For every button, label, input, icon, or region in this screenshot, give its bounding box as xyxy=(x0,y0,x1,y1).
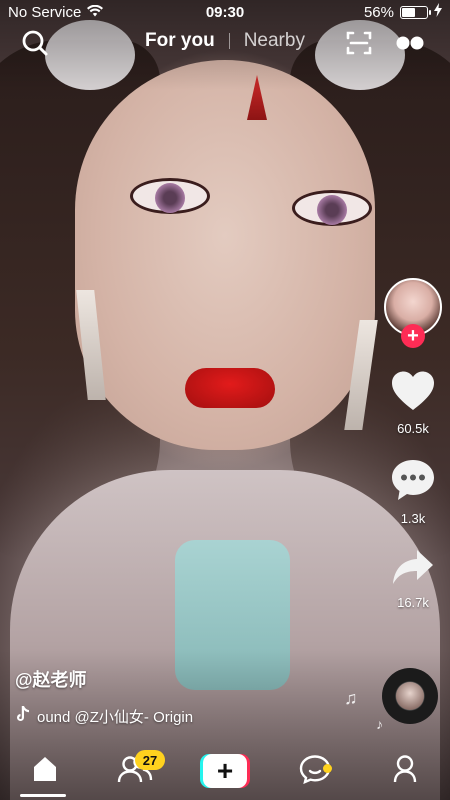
nav-profile[interactable] xyxy=(375,746,435,796)
profile-icon xyxy=(391,754,419,789)
action-rail: + 60.5k 1.3k 16.7k xyxy=(382,278,444,610)
comment-count: 1.3k xyxy=(400,511,426,526)
follow-button[interactable]: + xyxy=(401,324,425,348)
nav-home[interactable] xyxy=(15,746,75,796)
status-left: No Service xyxy=(8,3,104,21)
sound-title: ound @Z小仙女- Origin xyxy=(37,708,194,726)
tiktok-note-icon xyxy=(15,705,31,727)
battery-icon xyxy=(400,5,431,19)
charging-icon xyxy=(434,3,442,21)
comment-icon[interactable] xyxy=(390,458,436,507)
like-count: 60.5k xyxy=(397,421,429,436)
tab-nearby[interactable]: Nearby xyxy=(244,30,305,52)
plus-icon: + xyxy=(407,325,419,347)
like-action[interactable]: 60.5k xyxy=(390,370,436,436)
wifi-icon xyxy=(87,4,104,21)
share-count: 16.7k xyxy=(397,595,429,610)
heart-icon[interactable] xyxy=(390,370,436,417)
video-eye-right xyxy=(292,190,372,226)
status-right: 56% xyxy=(364,3,442,21)
music-note-icon: ♫ xyxy=(344,688,358,708)
friends-badge: 27 xyxy=(135,750,165,770)
video-eye-left xyxy=(130,178,210,214)
scan-icon[interactable] xyxy=(344,28,374,58)
share-action[interactable]: 16.7k xyxy=(391,548,435,610)
music-disc[interactable] xyxy=(382,668,438,724)
music-note-small-icon: ♪ xyxy=(376,716,383,732)
share-icon[interactable] xyxy=(391,548,435,591)
bottom-nav: 27 + xyxy=(0,742,450,800)
nav-friends[interactable]: 27 xyxy=(105,746,165,796)
nav-messages[interactable] xyxy=(285,746,345,796)
battery-percent: 56% xyxy=(363,3,394,21)
feed-tabs: For you Nearby xyxy=(0,30,450,52)
battery-fill xyxy=(402,7,415,17)
music-disc-cover xyxy=(396,682,424,710)
create-button[interactable]: + xyxy=(200,754,250,788)
nav-home-indicator xyxy=(20,794,66,797)
create-plus-icon: + xyxy=(203,754,247,788)
more-icon[interactable] xyxy=(395,28,425,58)
messages-dot xyxy=(323,764,332,773)
tab-divider xyxy=(228,33,230,49)
status-bar: No Service 09:30 56% xyxy=(0,0,450,24)
top-nav: For you Nearby xyxy=(0,26,450,60)
home-icon xyxy=(30,754,60,789)
comment-action[interactable]: 1.3k xyxy=(390,458,436,526)
nav-create[interactable]: + xyxy=(195,746,255,796)
carrier-label: No Service xyxy=(8,3,82,21)
tab-for-you[interactable]: For you xyxy=(145,30,215,52)
author-username[interactable]: @赵老师 xyxy=(15,666,87,692)
sound-row[interactable]: ound @Z小仙女- Origin xyxy=(15,705,265,727)
video-lips xyxy=(185,368,275,408)
